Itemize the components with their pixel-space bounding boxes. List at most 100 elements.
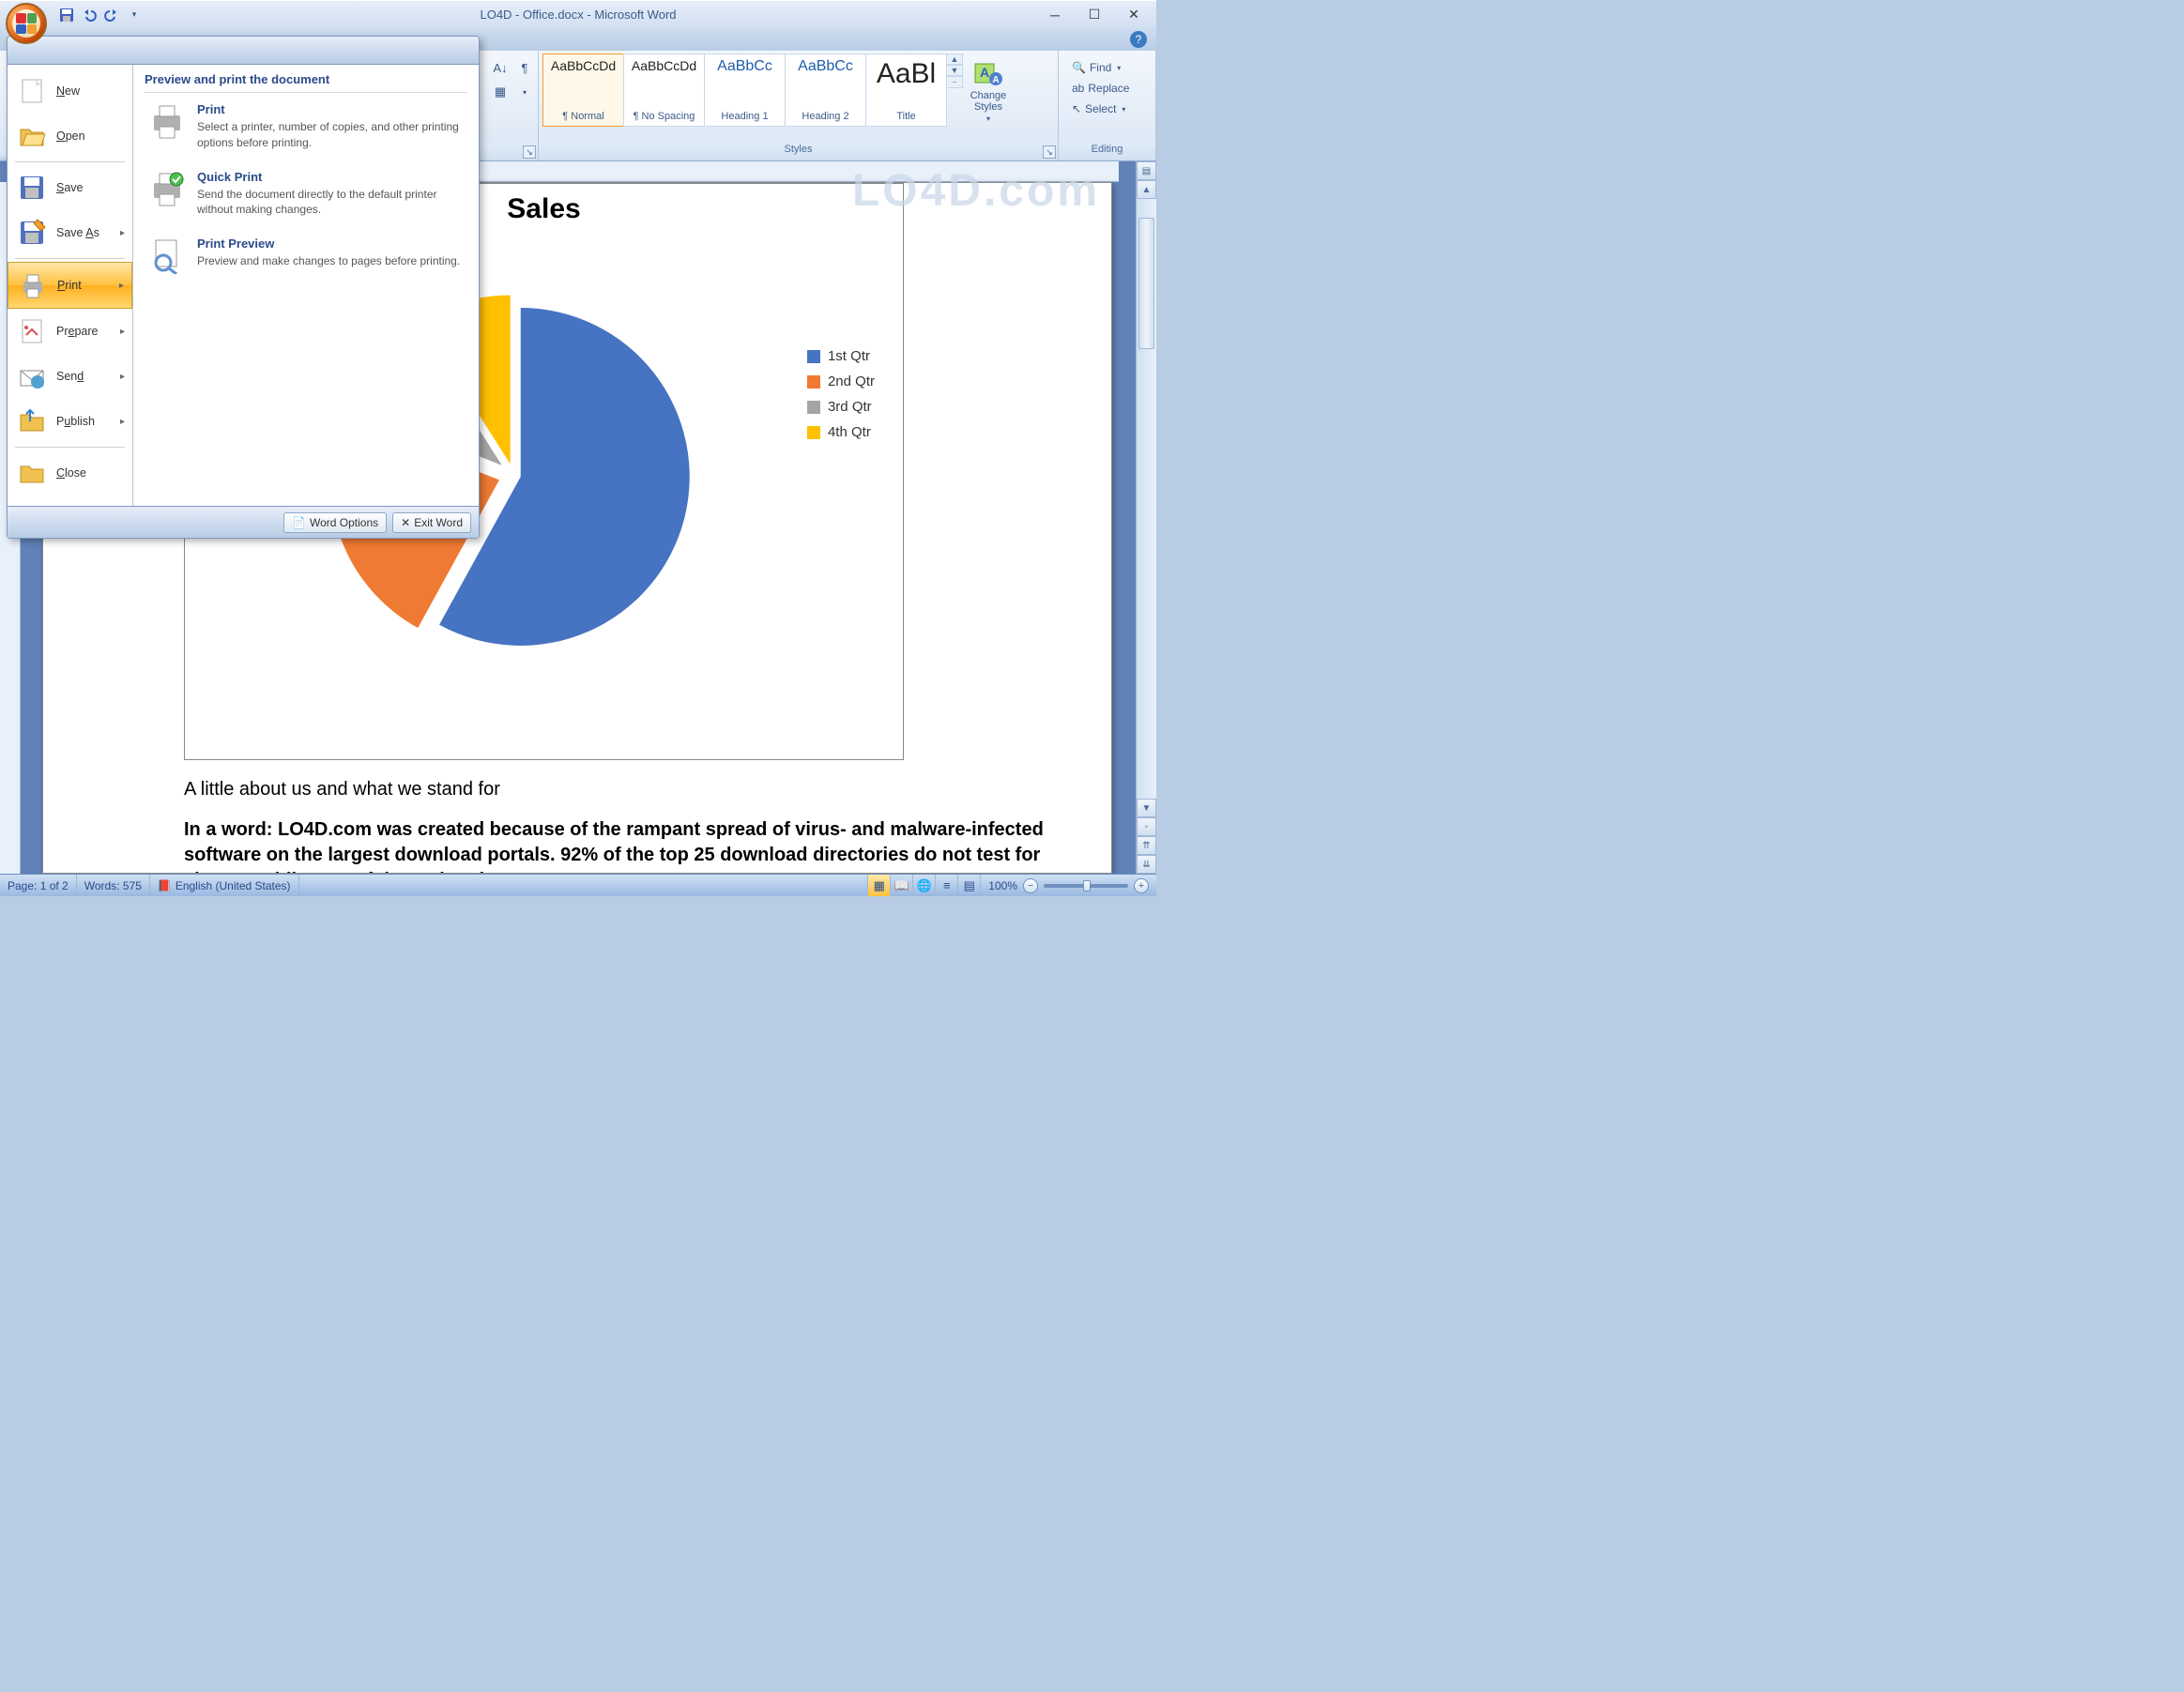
view-full-screen-icon[interactable]: 📖: [891, 875, 913, 896]
doc-heading: A little about us and what we stand for: [184, 779, 1046, 800]
zoom-in-button[interactable]: +: [1134, 878, 1149, 893]
print-option-icon: [148, 236, 186, 274]
chevron-right-icon: ▸: [120, 327, 125, 337]
save-icon: [17, 173, 47, 203]
replace-button[interactable]: abReplace: [1070, 80, 1131, 97]
show-hide-icon[interactable]: ¶: [514, 57, 535, 78]
proofing-icon: 📕: [158, 879, 172, 892]
office-menu-save[interactable]: Save: [8, 165, 132, 210]
word-options-button[interactable]: 📄Word Options: [283, 512, 387, 533]
find-button[interactable]: 🔍Find▾: [1070, 59, 1131, 76]
print-option-title: Print: [197, 102, 464, 116]
document-text: A little about us and what we stand for …: [184, 779, 1046, 874]
change-styles-button[interactable]: AA Change Styles ▾: [963, 53, 1014, 127]
legend-swatch: [807, 375, 820, 389]
qat-customize-icon[interactable]: ▾: [124, 5, 145, 25]
office-menu-item-label: Send: [56, 370, 84, 383]
office-menu-print[interactable]: Print▸: [8, 262, 132, 309]
styles-scroll-down[interactable]: ▼: [946, 65, 963, 76]
maximize-button[interactable]: ☐: [1083, 6, 1106, 24]
style-name: Heading 2: [802, 111, 848, 122]
print-option-icon: [148, 102, 186, 140]
style-name: ¶ Normal: [562, 111, 603, 122]
office-menu-saveas[interactable]: Save As▸: [8, 210, 132, 255]
style-name: Heading 1: [721, 111, 768, 122]
style-preview: AaBbCcDd: [632, 58, 696, 73]
office-menu-prepare[interactable]: Prepare▸: [8, 309, 132, 354]
scrollbar-vertical: ▤ ▲ ▼ ◦ ⇈ ⇊: [1136, 161, 1156, 874]
print-submenu-print[interactable]: PrintSelect a printer, number of copies,…: [145, 93, 467, 160]
scroll-up-button[interactable]: ▲: [1137, 180, 1156, 199]
select-icon: ↖: [1072, 102, 1081, 115]
style-preview: AaBbCc: [798, 58, 853, 75]
legend-swatch: [807, 401, 820, 414]
office-menu-header: [8, 37, 479, 65]
ruler-toggle-icon[interactable]: ▤: [1137, 161, 1156, 180]
style-preview: AaBl: [877, 58, 936, 90]
window-controls: ─ ☐ ✕: [1044, 6, 1156, 24]
quick-access-toolbar: ▾: [56, 5, 145, 25]
styles-scroll-up[interactable]: ▲: [946, 53, 963, 65]
status-words[interactable]: Words: 575: [77, 875, 150, 896]
legend-item: 3rd Qtr: [807, 399, 875, 415]
style-item---normal[interactable]: AaBbCcDd ¶ Normal: [542, 53, 624, 127]
styles-more-icon[interactable]: ⎯: [946, 76, 963, 88]
scrollbar-track[interactable]: [1137, 199, 1156, 799]
legend-item: 2nd Qtr: [807, 373, 875, 389]
office-menu-right-header: Preview and print the document: [145, 72, 467, 93]
undo-icon[interactable]: [79, 5, 99, 25]
scroll-down-button[interactable]: ▼: [1137, 799, 1156, 817]
saveas-icon: [17, 218, 47, 248]
office-menu-publish[interactable]: Publish▸: [8, 399, 132, 444]
print-icon: [18, 270, 48, 300]
style-item-title[interactable]: AaBl Title: [865, 53, 947, 127]
view-draft-icon[interactable]: ▤: [958, 875, 981, 896]
style-item-heading-1[interactable]: AaBbCcHeading 1: [704, 53, 786, 127]
status-page[interactable]: Page: 1 of 2: [0, 875, 77, 896]
print-submenu-print-preview[interactable]: Print PreviewPreview and make changes to…: [145, 227, 467, 283]
view-web-layout-icon[interactable]: 🌐: [913, 875, 936, 896]
print-submenu-quick-print[interactable]: Quick PrintSend the document directly to…: [145, 160, 467, 228]
office-menu-send[interactable]: Send▸: [8, 354, 132, 399]
border-icon[interactable]: ▦: [490, 82, 511, 102]
chevron-right-icon: ▸: [120, 228, 125, 238]
prev-page-button[interactable]: ⇈: [1137, 836, 1156, 855]
style-preview: AaBbCcDd: [551, 58, 616, 73]
view-print-layout-icon[interactable]: ▦: [868, 875, 891, 896]
menu-separator: [15, 447, 125, 448]
replace-icon: ab: [1072, 82, 1084, 95]
zoom-out-button[interactable]: −: [1023, 878, 1038, 893]
zoom-slider[interactable]: [1044, 884, 1128, 888]
view-outline-icon[interactable]: ≡: [936, 875, 958, 896]
office-button[interactable]: [6, 3, 47, 44]
office-menu-open[interactable]: Open: [8, 114, 132, 159]
help-icon[interactable]: ?: [1130, 31, 1147, 48]
save-icon[interactable]: [56, 5, 77, 25]
legend-item: 1st Qtr: [807, 348, 875, 364]
browse-object-icon[interactable]: ◦: [1137, 817, 1156, 836]
close-button[interactable]: ✕: [1123, 6, 1145, 24]
title-bar: ▾ LO4D - Office.docx - Microsoft Word ─ …: [0, 0, 1156, 28]
office-menu-new[interactable]: New: [8, 69, 132, 114]
status-language[interactable]: 📕English (United States): [150, 875, 299, 896]
zoom-slider-thumb[interactable]: [1083, 880, 1091, 892]
send-icon: [17, 361, 47, 391]
next-page-button[interactable]: ⇊: [1137, 855, 1156, 874]
chart-legend: 1st Qtr2nd Qtr3rd Qtr4th Qtr: [807, 348, 875, 440]
style-name: Title: [896, 111, 915, 122]
sort-icon[interactable]: A↓: [490, 57, 511, 78]
style-item---no-spacing[interactable]: AaBbCcDd¶ No Spacing: [623, 53, 705, 127]
styles-gallery: AaBbCcDd¶ NormalAaBbCcDd¶ No SpacingAaBb…: [542, 53, 946, 127]
paragraph-group-label: ↘: [481, 144, 538, 160]
styles-dialog-launcher[interactable]: ↘: [1043, 145, 1056, 159]
office-menu-close[interactable]: Close: [8, 450, 132, 495]
scrollbar-thumb[interactable]: [1138, 218, 1154, 349]
minimize-button[interactable]: ─: [1044, 6, 1066, 24]
style-item-heading-2[interactable]: AaBbCc Heading 2: [785, 53, 866, 127]
zoom-level[interactable]: 100%: [988, 879, 1017, 892]
paragraph-dialog-launcher[interactable]: ↘: [523, 145, 536, 159]
exit-word-button[interactable]: ✕Exit Word: [392, 512, 471, 533]
dropdown-icon[interactable]: ▾: [514, 82, 535, 102]
redo-icon[interactable]: [101, 5, 122, 25]
select-button[interactable]: ↖Select▾: [1070, 100, 1131, 117]
